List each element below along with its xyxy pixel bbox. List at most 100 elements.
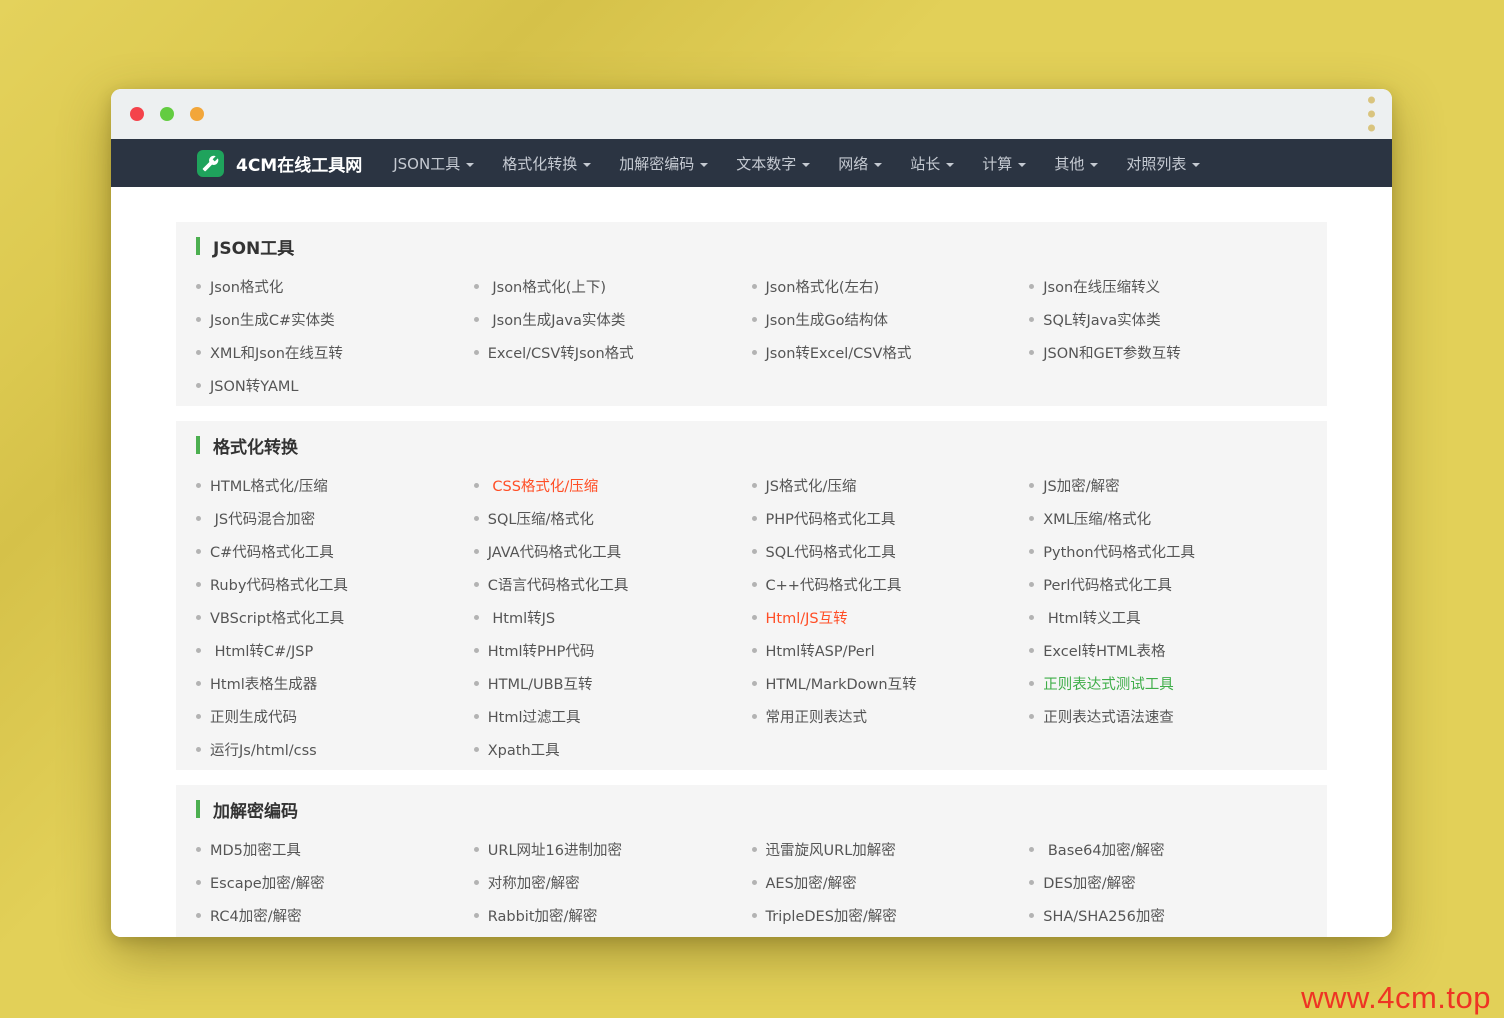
tool-link[interactable]: Json生成Java实体类 (488, 309, 625, 330)
tool-link[interactable]: 正则表达式语法速查 (1043, 706, 1174, 727)
tool-link[interactable]: URL网址16进制加密 (488, 839, 622, 860)
nav-menu-item[interactable]: 站长 (896, 139, 968, 187)
site-logo[interactable] (197, 149, 224, 177)
tool-link[interactable]: VBScript格式化工具 (210, 607, 344, 628)
nav-menu-item[interactable]: 其他 (1040, 139, 1112, 187)
bullet-icon (196, 317, 201, 322)
tool-link[interactable]: JSON转YAML (210, 375, 298, 396)
tool-link[interactable]: Python代码格式化工具 (1043, 541, 1195, 562)
tool-link[interactable]: 正则表达式测试工具 (1043, 673, 1174, 694)
tool-link[interactable]: JS代码混合加密 (210, 508, 316, 529)
tool-link[interactable]: Json格式化(左右) (766, 276, 880, 297)
tool-link[interactable]: XML压缩/格式化 (1043, 508, 1151, 529)
tool-link[interactable]: DES加密/解密 (1043, 872, 1135, 893)
tool-list-item: JS加密/解密 (1029, 469, 1307, 502)
tool-list-item: Html表格生成器 (196, 667, 474, 700)
site-title[interactable]: 4CM在线工具网 (236, 151, 362, 176)
tool-list-item: 正则表达式测试工具 (1029, 667, 1307, 700)
bullet-icon (751, 549, 757, 554)
nav-menu-item[interactable]: 网络 (824, 139, 896, 187)
tool-link[interactable]: JSON和GET参数互转 (1043, 342, 1181, 363)
nav-menu-item[interactable]: 对照列表 (1112, 139, 1214, 187)
tool-link[interactable]: JS加密/解密 (1043, 475, 1119, 496)
window-menu-kebab-icon[interactable] (1365, 94, 1378, 135)
nav-menu-item[interactable]: 格式化转换 (488, 139, 605, 187)
tool-link[interactable]: Ruby代码格式化工具 (210, 574, 348, 595)
nav-menu-item[interactable]: 加解密编码 (605, 139, 722, 187)
tool-link[interactable]: Excel转HTML表格 (1043, 640, 1165, 661)
bullet-icon (1029, 847, 1035, 852)
bullet-icon (196, 483, 201, 488)
tool-link[interactable]: SQL代码格式化工具 (766, 541, 896, 562)
tool-link[interactable]: Json转Excel/CSV格式 (766, 342, 912, 363)
tool-link[interactable]: JS格式化/压缩 (766, 475, 857, 496)
nav-menu-item[interactable]: 文本数字 (722, 139, 824, 187)
tool-link[interactable]: Excel/CSV转Json格式 (488, 342, 634, 363)
tool-link[interactable]: HTML格式化/压缩 (210, 475, 328, 496)
bullet-icon (1029, 880, 1035, 885)
tool-link[interactable]: C#代码格式化工具 (210, 541, 334, 562)
bullet-icon (1029, 714, 1035, 719)
tool-link[interactable]: 对称加密/解密 (488, 872, 580, 893)
nav-menu-item-label: 加解密编码 (619, 154, 695, 173)
nav-menu-item[interactable]: 计算 (968, 139, 1040, 187)
tool-link[interactable]: 迅雷旋风URL加解密 (766, 839, 896, 860)
tool-link[interactable]: TripleDES加密/解密 (766, 905, 897, 926)
tool-link[interactable]: C++代码格式化工具 (766, 574, 902, 595)
tool-link[interactable]: JAVA代码格式化工具 (488, 541, 621, 562)
tool-link[interactable]: Html转PHP代码 (488, 640, 595, 661)
tool-list-item: SQL转Java实体类 (1029, 303, 1307, 336)
tool-link[interactable]: XML和Json在线互转 (210, 342, 343, 363)
tool-list-item: VBScript格式化工具 (196, 601, 474, 634)
bullet-icon (1029, 516, 1035, 521)
tool-list-item: Perl代码格式化工具 (1029, 568, 1307, 601)
tool-link[interactable]: Html转ASP/Perl (766, 640, 875, 661)
tool-link[interactable]: Json格式化(上下) (488, 276, 606, 297)
bullet-icon (751, 317, 757, 322)
tool-link[interactable]: Base64加密/解密 (1043, 839, 1165, 860)
tool-link[interactable]: CSS格式化/压缩 (488, 475, 598, 496)
tool-grid: Json格式化 Json格式化(上下) Json格式化(左右) Json在线压缩… (196, 270, 1307, 402)
section-title: 格式化转换 (213, 437, 298, 458)
tool-list-item: MD5加密工具 (196, 833, 474, 866)
tool-link[interactable]: Perl代码格式化工具 (1043, 574, 1172, 595)
tool-link[interactable]: 常用正则表达式 (766, 706, 868, 727)
tool-list-item: Html转ASP/Perl (751, 634, 1030, 667)
tool-link[interactable]: PHP代码格式化工具 (766, 508, 896, 529)
tool-link[interactable]: SQL压缩/格式化 (488, 508, 594, 529)
tool-link[interactable]: 正则生成代码 (210, 706, 297, 727)
tool-link[interactable]: AES加密/解密 (766, 872, 857, 893)
minimize-window-button[interactable] (160, 107, 174, 121)
tool-link[interactable]: C语言代码格式化工具 (488, 574, 629, 595)
tool-list-item: JS代码混合加密 (196, 502, 474, 535)
maximize-window-button[interactable] (190, 107, 204, 121)
tool-link[interactable]: Html过滤工具 (488, 706, 581, 727)
bullet-icon (196, 880, 201, 885)
tool-link[interactable]: 运行Js/html/css (210, 739, 317, 760)
nav-menu-item[interactable]: JSON工具 (379, 139, 488, 187)
tool-link[interactable]: RC4加密/解密 (210, 905, 302, 926)
close-window-button[interactable] (130, 107, 144, 121)
tool-link[interactable]: SQL转Java实体类 (1043, 309, 1160, 330)
tool-list-item: URL网址16进制加密 (473, 833, 752, 866)
tool-link[interactable]: HTML/UBB互转 (488, 673, 593, 694)
page-content: JSON工具 Json格式化 Json格式化(上下) Json格式化(左右) J… (111, 187, 1392, 937)
tool-list-item: 正则生成代码 (196, 700, 474, 733)
tool-link[interactable]: Html转义工具 (1043, 607, 1141, 628)
tool-link[interactable]: Xpath工具 (488, 739, 560, 760)
tool-link[interactable]: Html转C#/JSP (210, 640, 314, 661)
bullet-icon (1029, 549, 1035, 554)
tool-link[interactable]: Html/JS互转 (766, 607, 848, 628)
tool-link[interactable]: Escape加密/解密 (210, 872, 325, 893)
tool-link[interactable]: Json在线压缩转义 (1043, 276, 1160, 297)
tool-link[interactable]: Json生成C#实体类 (210, 309, 335, 330)
tool-link[interactable]: MD5加密工具 (210, 839, 301, 860)
bullet-icon (196, 681, 201, 686)
tool-link[interactable]: SHA/SHA256加密 (1043, 905, 1165, 926)
tool-link[interactable]: Json格式化 (210, 276, 283, 297)
tool-link[interactable]: Html转JS (488, 607, 555, 628)
tool-link[interactable]: Json生成Go结构体 (766, 309, 889, 330)
tool-link[interactable]: Rabbit加密/解密 (488, 905, 598, 926)
tool-link[interactable]: Html表格生成器 (210, 673, 317, 694)
tool-link[interactable]: HTML/MarkDown互转 (766, 673, 917, 694)
